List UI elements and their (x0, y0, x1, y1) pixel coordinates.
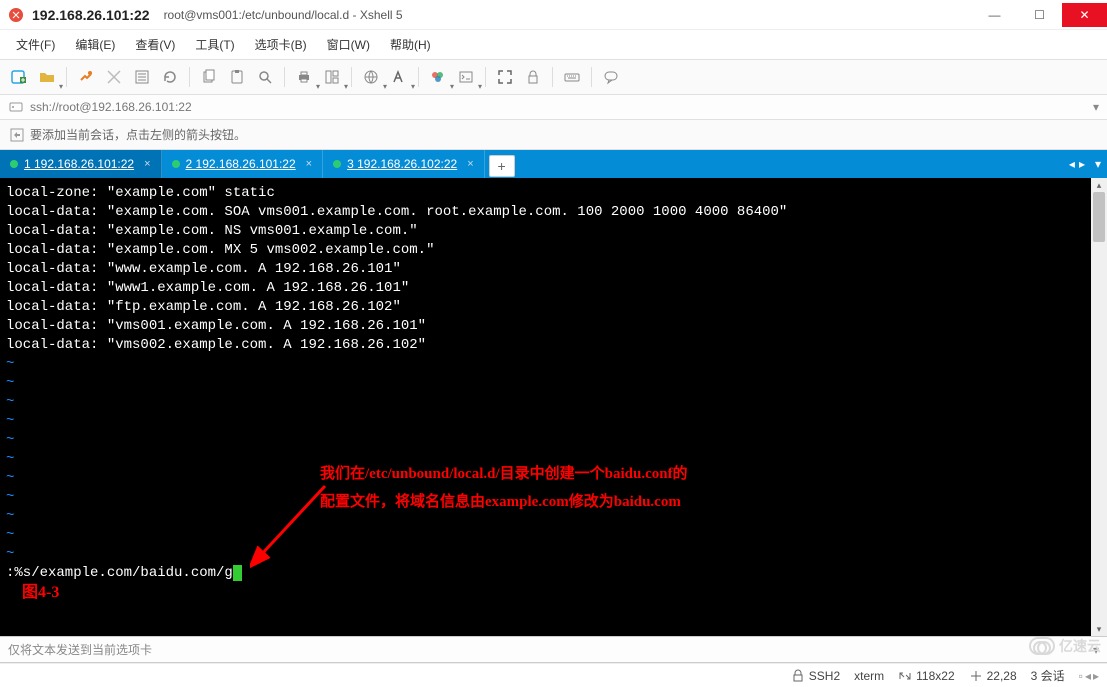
toolbar-separator (552, 67, 553, 87)
tab-nav: ◂ ▸ ▾ (1069, 157, 1107, 171)
print-icon[interactable] (291, 64, 317, 90)
status-pos: 22,28 (969, 669, 1017, 683)
menu-window[interactable]: 窗口(W) (321, 34, 376, 55)
address-text: ssh://root@192.168.26.101:22 (30, 100, 1093, 114)
properties-icon[interactable] (129, 64, 155, 90)
status-ssh: SSH2 (791, 669, 840, 683)
cursor-pos-icon (969, 669, 983, 683)
menu-help[interactable]: 帮助(H) (384, 34, 437, 55)
toolbar-separator (485, 67, 486, 87)
connect-icon[interactable] (73, 64, 99, 90)
keyboard-icon[interactable] (559, 64, 585, 90)
new-session-icon[interactable] (6, 64, 32, 90)
watermark-logo-icon (1029, 637, 1055, 655)
scroll-down-icon[interactable]: ▾ (1091, 622, 1107, 636)
paste-icon[interactable] (224, 64, 250, 90)
fullscreen-icon[interactable] (492, 64, 518, 90)
session-prev-icon[interactable]: ◂ (1085, 669, 1091, 683)
session-link-icon (8, 99, 24, 115)
window-controls: — ☐ ✕ (972, 3, 1107, 27)
title-bar: 192.168.26.101:22 root@vms001:/etc/unbou… (0, 0, 1107, 30)
menu-tabs[interactable]: 选项卡(B) (249, 34, 313, 55)
session-tabs: 1 192.168.26.101:22 × 2 192.168.26.101:2… (0, 150, 1107, 178)
address-bar[interactable]: ssh://root@192.168.26.101:22 ▾ (0, 95, 1107, 120)
broadcast-input[interactable]: 仅将文本发送到当前选项卡 ▾ (0, 636, 1107, 663)
tab-session-3[interactable]: 3 192.168.26.102:22 × (323, 150, 485, 178)
close-button[interactable]: ✕ (1062, 3, 1107, 27)
menu-edit[interactable]: 编辑(E) (69, 34, 121, 55)
font-icon[interactable] (386, 64, 412, 90)
window-title-main: 192.168.26.101:22 (32, 7, 150, 23)
size-icon (898, 669, 912, 683)
status-size: 118x22 (898, 669, 954, 683)
tab-list-icon[interactable]: ▾ (1095, 157, 1101, 171)
search-icon[interactable] (252, 64, 278, 90)
toolbar-separator (189, 67, 190, 87)
address-dropdown-icon[interactable]: ▾ (1093, 100, 1099, 114)
open-session-icon[interactable] (34, 64, 60, 90)
tab-close-icon[interactable]: × (144, 158, 150, 170)
help-icon[interactable] (598, 64, 624, 90)
lock-icon (791, 669, 805, 683)
layout-icon[interactable] (319, 64, 345, 90)
color-icon[interactable] (425, 64, 451, 90)
tab-session-1[interactable]: 1 192.168.26.101:22 × (0, 150, 162, 178)
watermark: 亿速云 (1029, 636, 1101, 656)
status-sessions: 3 会话 (1031, 667, 1065, 684)
add-session-icon[interactable] (10, 128, 24, 142)
toolbar (0, 60, 1107, 95)
lock-icon[interactable] (520, 64, 546, 90)
status-dot-icon (333, 160, 341, 168)
tab-label: 3 192.168.26.102:22 (347, 157, 457, 171)
copy-icon[interactable] (196, 64, 222, 90)
new-tab-button[interactable]: + (489, 155, 515, 177)
status-bar: SSH2 xterm 118x22 22,28 3 会话 ▫ ◂ ▸ (0, 663, 1107, 687)
toolbar-separator (284, 67, 285, 87)
broadcast-text: 仅将文本发送到当前选项卡 (8, 641, 152, 658)
encoding-icon[interactable] (358, 64, 384, 90)
info-text: 要添加当前会话，点击左侧的箭头按钮。 (30, 126, 246, 143)
scrollbar[interactable]: ▴ ▾ (1091, 178, 1107, 636)
reconnect-icon[interactable] (157, 64, 183, 90)
menu-file[interactable]: 文件(F) (10, 34, 61, 55)
status-dot-icon (10, 160, 18, 168)
terminal-area[interactable]: local-zone: "example.com" static local-d… (0, 178, 1107, 636)
menu-view[interactable]: 查看(V) (129, 34, 181, 55)
menu-bar: 文件(F) 编辑(E) 查看(V) 工具(T) 选项卡(B) 窗口(W) 帮助(… (0, 30, 1107, 60)
session-up-icon[interactable]: ▫ (1079, 669, 1083, 683)
tab-next-icon[interactable]: ▸ (1079, 157, 1085, 171)
toolbar-separator (351, 67, 352, 87)
disconnect-icon[interactable] (101, 64, 127, 90)
session-next-icon[interactable]: ▸ (1093, 669, 1099, 683)
status-nav[interactable]: ▫ ◂ ▸ (1079, 669, 1099, 683)
window-title-sub: root@vms001:/etc/unbound/local.d - Xshel… (164, 8, 403, 22)
tab-close-icon[interactable]: × (467, 158, 473, 170)
toolbar-separator (591, 67, 592, 87)
app-icon (8, 7, 24, 23)
minimize-button[interactable]: — (972, 3, 1017, 27)
tab-session-2[interactable]: 2 192.168.26.101:22 × (162, 150, 324, 178)
toolbar-separator (66, 67, 67, 87)
scroll-up-icon[interactable]: ▴ (1091, 178, 1107, 192)
toolbar-separator (418, 67, 419, 87)
menu-tools[interactable]: 工具(T) (189, 34, 240, 55)
tab-close-icon[interactable]: × (306, 158, 312, 170)
status-dot-icon (172, 160, 180, 168)
script-icon[interactable] (453, 64, 479, 90)
info-bar: 要添加当前会话，点击左侧的箭头按钮。 (0, 120, 1107, 150)
maximize-button[interactable]: ☐ (1017, 3, 1062, 27)
terminal-output[interactable]: local-zone: "example.com" static local-d… (0, 178, 1107, 636)
scroll-thumb[interactable] (1093, 192, 1105, 242)
annotation-text: 我们在/etc/unbound/local.d/目录中创建一个baidu.con… (320, 460, 688, 516)
tab-label: 1 192.168.26.101:22 (24, 157, 134, 171)
tab-label: 2 192.168.26.101:22 (186, 157, 296, 171)
status-term: xterm (854, 669, 884, 683)
figure-label: 图4-3 (22, 578, 59, 602)
tab-prev-icon[interactable]: ◂ (1069, 157, 1075, 171)
